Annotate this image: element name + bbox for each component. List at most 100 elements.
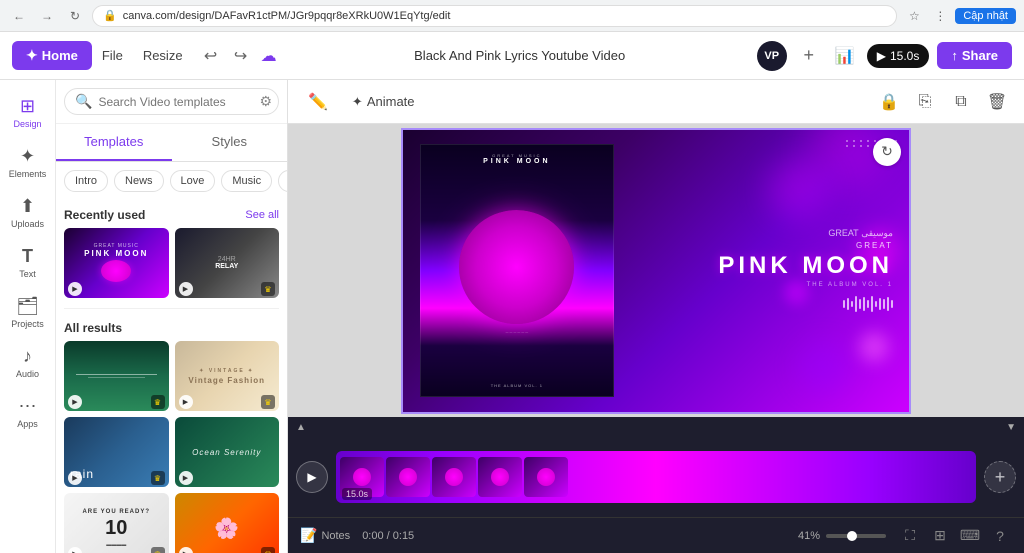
analytics-button[interactable]: 📊: [831, 42, 859, 70]
filter-love[interactable]: Love: [170, 170, 216, 192]
waveform-bar: [891, 300, 893, 308]
template-card-overlay-2: ▶ ♛: [175, 280, 280, 298]
duplicate-button[interactable]: ⎘: [910, 87, 940, 117]
recently-used-grid: GREAT MUSIC PINK MOON ▶ 24HR RELAY: [64, 228, 279, 298]
filter-news[interactable]: News: [114, 170, 164, 192]
see-all-button[interactable]: See all: [245, 209, 279, 221]
canvas-frame: GREAT MUSIC PINK MOON ─ ─ ─ ─ ─ ─ THE AL…: [401, 128, 911, 414]
url-text: canva.com/design/DAFavR1ctPM/JGr9pqqr8eX…: [123, 10, 887, 22]
sidebar-item-design[interactable]: ⊞ Design: [4, 88, 52, 136]
canvas-right-overlay: موسيقى GREAT GREAT PINK MOON THE ALBUM V…: [631, 130, 909, 412]
filter-button[interactable]: ⚙: [259, 93, 272, 110]
timeline-track[interactable]: 15.0s: [336, 451, 976, 503]
app-bar: ✦ Home File Resize ↩ ↪ ☁ Black And Pink …: [0, 32, 1024, 80]
crown-icon-3: ♛: [261, 395, 275, 409]
app-bar-right: VP + 📊 ▶ 15.0s ↑ Share: [757, 41, 1012, 71]
grid-view-button[interactable]: ⊞: [928, 524, 952, 548]
waveform-bar: [883, 299, 885, 309]
canva-logo-icon: ✦: [26, 47, 38, 64]
tab-styles[interactable]: Styles: [172, 124, 288, 161]
zoom-slider[interactable]: [826, 534, 886, 538]
template-card-flower[interactable]: 🌸 ▶ ♛: [175, 493, 280, 553]
timeline-play-button[interactable]: ▶: [296, 461, 328, 493]
arabic-text: موسيقى GREAT: [647, 228, 893, 239]
filter-music[interactable]: Music: [221, 170, 272, 192]
undo-button[interactable]: ↩: [197, 42, 225, 70]
template-card-vintage[interactable]: ✦ VINTAGE ✦ Vintage Fashion ▶ ♛: [175, 341, 280, 411]
sidebar-item-audio[interactable]: ♪ Audio: [4, 338, 52, 386]
play-icon: ▶: [877, 49, 886, 63]
time-display: 0:00 / 0:15: [362, 530, 414, 542]
search-input[interactable]: [98, 95, 253, 109]
filter-nature[interactable]: Nature: [278, 170, 287, 192]
reload-button[interactable]: ↻: [64, 5, 86, 27]
timeline-content: ▶ 15.0s +: [288, 437, 1024, 517]
delete-button[interactable]: 🗑: [982, 87, 1012, 117]
crown-icon-5: ♛: [151, 547, 165, 553]
forward-button[interactable]: →: [36, 5, 58, 27]
back-button[interactable]: ←: [8, 5, 30, 27]
zoom-slider-thumb: [847, 531, 857, 541]
canvas-viewport[interactable]: GREAT MUSIC PINK MOON ─ ─ ─ ─ ─ ─ THE AL…: [288, 124, 1024, 417]
canvas-refresh-button[interactable]: ↻: [873, 138, 901, 166]
sidebar-item-apps[interactable]: ⋯ Apps: [4, 388, 52, 436]
bookmark-icon[interactable]: ☆: [903, 5, 925, 27]
track-thumb-4: [478, 457, 522, 497]
filter-chips: Intro News Love Music Nature ›: [56, 162, 287, 200]
resize-menu-button[interactable]: Resize: [133, 42, 193, 69]
waveform: [647, 294, 893, 314]
keyboard-shortcuts-button[interactable]: ⌨: [958, 524, 982, 548]
sidebar-item-text[interactable]: T Text: [4, 238, 52, 286]
preview-play-button[interactable]: ▶ 15.0s: [867, 44, 930, 68]
copy-button[interactable]: ⧉: [946, 87, 976, 117]
sidebar-item-projects[interactable]: 🗂 Projects: [4, 288, 52, 336]
thumb-moon-2: [399, 468, 417, 486]
sidebar-label-apps: Apps: [17, 419, 38, 429]
panel-search: 🔍 ⚙: [56, 80, 287, 124]
timeline-down-arrow[interactable]: ▼: [1006, 422, 1016, 433]
album-bottom-text: THE ALBUM VOL. 1: [491, 383, 543, 388]
cloud-save-icon: ☁: [261, 46, 277, 66]
timeline-top-bar: ▲ ▼: [288, 417, 1024, 437]
waveform-bar: [879, 298, 881, 310]
browser-menu-icon[interactable]: ⋮: [929, 5, 951, 27]
timeline-area: ▲ ▼ ▶ 15.0s +: [288, 417, 1024, 517]
crown-icon-6: ♛: [261, 547, 275, 553]
fullscreen-button[interactable]: ⛶: [898, 524, 922, 548]
template-card-rain[interactable]: rain ▶ ♛: [64, 417, 169, 487]
template-card-pink-moon[interactable]: GREAT MUSIC PINK MOON ▶: [64, 228, 169, 298]
lock-button[interactable]: 🔒: [874, 87, 904, 117]
waveform-bar: [863, 297, 865, 311]
timeline-up-arrow[interactable]: ▲: [296, 422, 306, 433]
sidebar-item-elements[interactable]: ✦ Elements: [4, 138, 52, 186]
update-button[interactable]: Cập nhật: [955, 8, 1016, 24]
elements-icon: ✦: [20, 146, 35, 167]
play-icon-small-5: ▶: [68, 471, 82, 485]
add-collaborator-button[interactable]: +: [795, 42, 823, 70]
draw-tool-button[interactable]: ✏️: [300, 88, 336, 116]
template-card-ready[interactable]: ARE YOU READY? 10 ▬▬▬▬ ▶ ♛: [64, 493, 169, 553]
redo-button[interactable]: ↪: [227, 42, 255, 70]
file-menu-button[interactable]: File: [92, 42, 133, 69]
user-avatar: VP: [757, 41, 787, 71]
apps-icon: ⋯: [19, 396, 37, 417]
recently-used-label: Recently used: [64, 208, 145, 222]
sidebar-item-uploads[interactable]: ⬆ Uploads: [4, 188, 52, 236]
great-text: GREAT: [647, 241, 893, 250]
template-card-teal[interactable]: ▶ ♛: [64, 341, 169, 411]
share-button[interactable]: ↑ Share: [937, 42, 1012, 69]
home-button[interactable]: ✦ Home: [12, 41, 92, 70]
animate-button[interactable]: ✦ Animate: [344, 90, 423, 114]
sidebar-label-design: Design: [13, 119, 41, 129]
template-card-ocean[interactable]: Ocean Serenity ▶: [175, 417, 280, 487]
help-button[interactable]: ?: [988, 524, 1012, 548]
pink-moon-title: PINK MOON: [647, 252, 893, 280]
filter-intro[interactable]: Intro: [64, 170, 108, 192]
notes-icon: 📝: [300, 527, 317, 544]
notes-button[interactable]: 📝 Notes: [300, 527, 350, 544]
text-icon: T: [22, 246, 33, 267]
template-card-city[interactable]: 24HR RELAY ▶ ♛: [175, 228, 280, 298]
tab-templates[interactable]: Templates: [56, 124, 172, 161]
add-scene-button[interactable]: +: [984, 461, 1016, 493]
canvas-area: ✏️ ✦ Animate 🔒 ⎘ ⧉ 🗑: [288, 80, 1024, 553]
